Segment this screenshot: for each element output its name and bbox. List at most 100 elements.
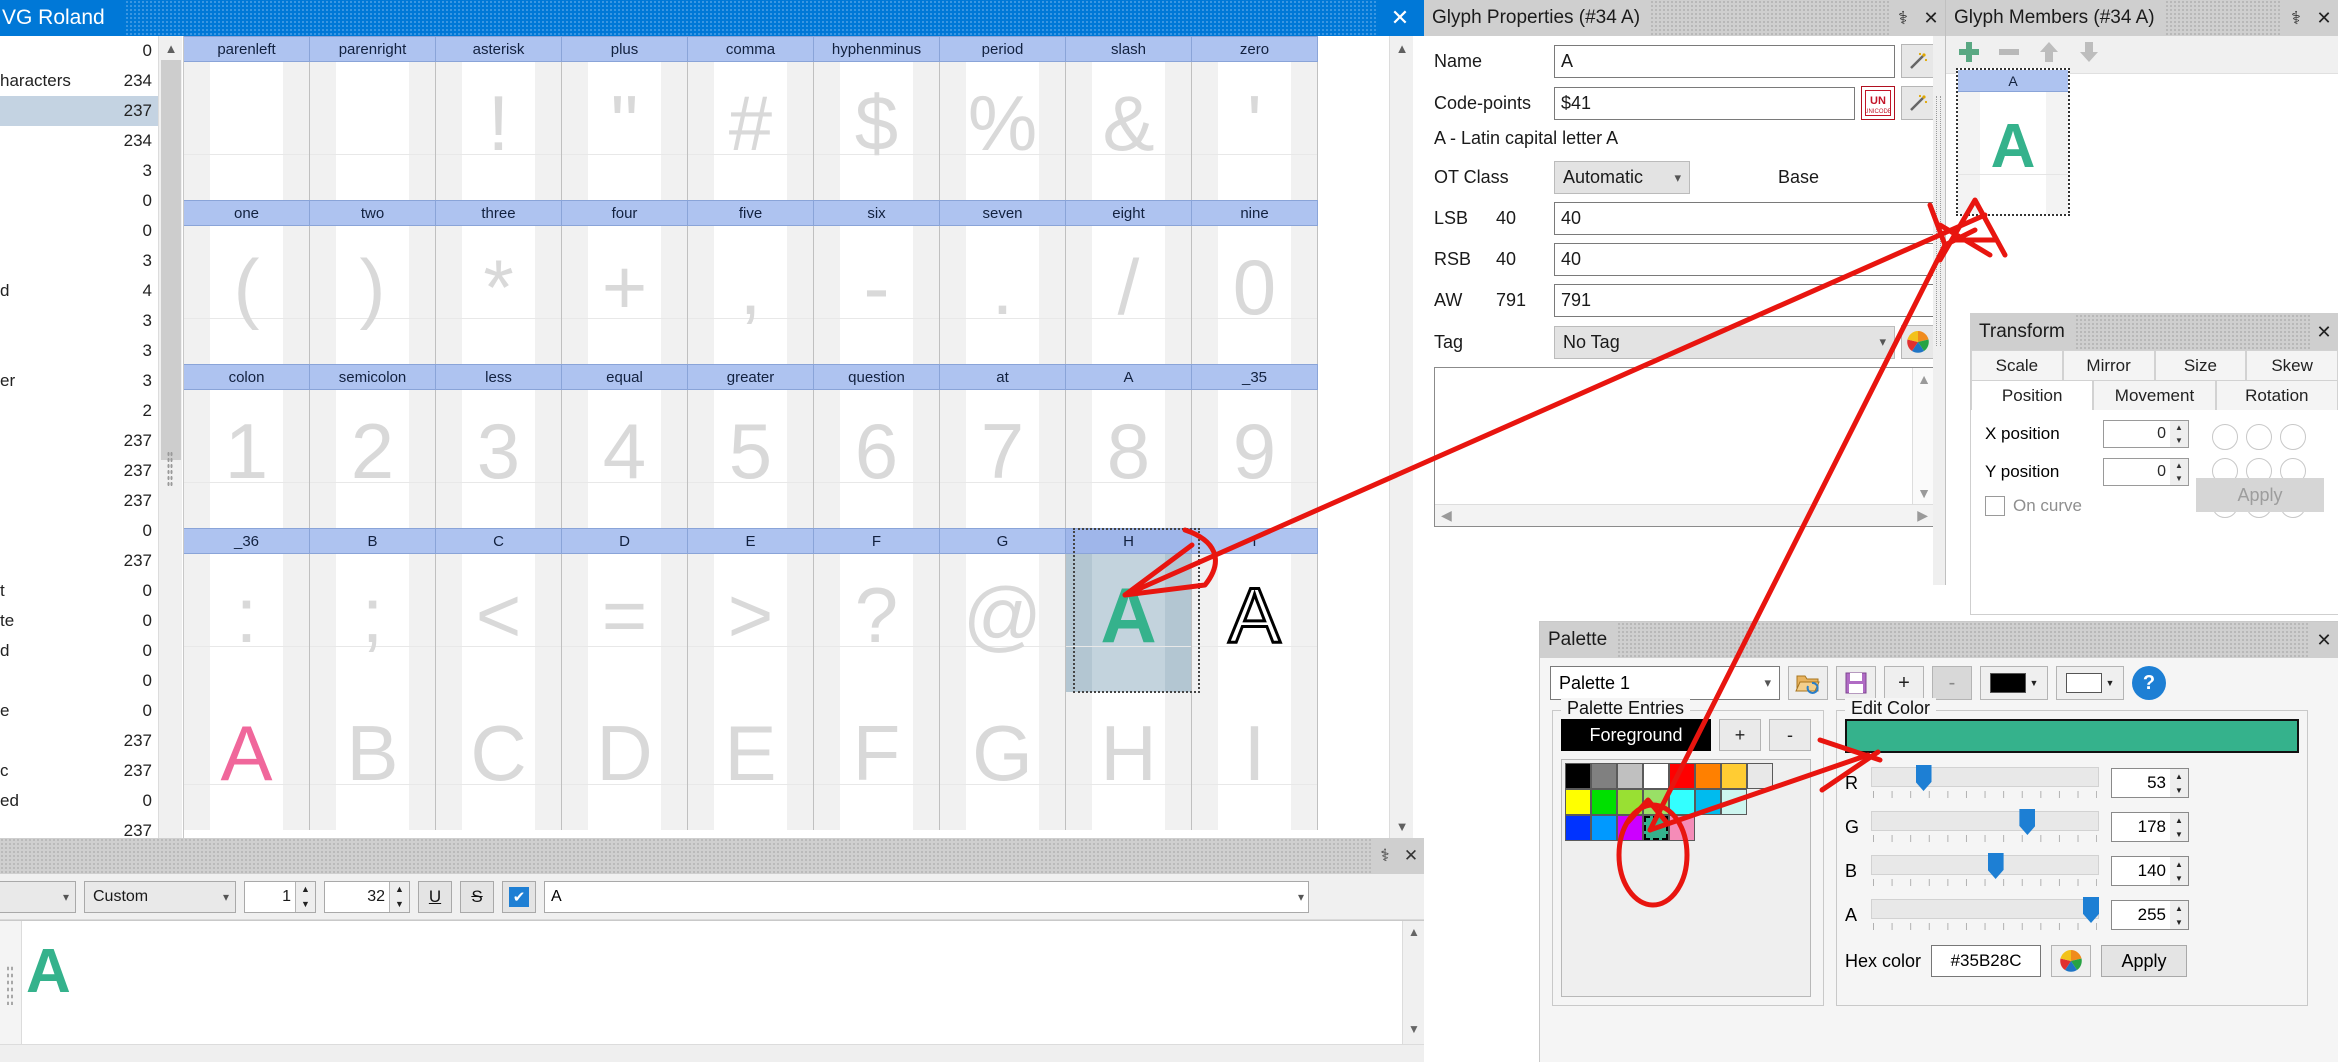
aw-input[interactable]: 791	[1554, 284, 1935, 317]
transform-tab-mirror[interactable]: Mirror	[2062, 350, 2155, 380]
scroll-up-icon[interactable]: ▲	[1913, 368, 1935, 390]
color-channel-stepper[interactable]: 178 ▲ ▼	[2111, 812, 2189, 842]
color-wheel-icon[interactable]	[2051, 945, 2092, 977]
stepper-arrows[interactable]: ▲ ▼	[2170, 459, 2188, 485]
character-grid-header-cell[interactable]: parenleft	[184, 36, 310, 62]
font-info-row[interactable]: 3	[0, 306, 158, 336]
character-grid-cell[interactable]: +	[562, 226, 688, 364]
stepper-arrows[interactable]: ▲ ▼	[2170, 813, 2188, 841]
palette-swatch[interactable]	[1617, 815, 1643, 841]
character-grid-cell[interactable]: "	[562, 62, 688, 200]
preview-size-stepper[interactable]: 32 ▲ ▼	[324, 880, 410, 913]
background-color-combo[interactable]: ▼	[2056, 666, 2124, 700]
preview-toggle-checkbox[interactable]: ✔	[502, 880, 536, 913]
character-grid-header-cell[interactable]: three	[436, 200, 562, 226]
character-grid-header-cell[interactable]: semicolon	[310, 364, 436, 390]
magic-wand-icon[interactable]	[1901, 44, 1935, 78]
character-grid-cell[interactable]	[310, 62, 436, 200]
slider-thumb[interactable]	[2019, 809, 2036, 835]
character-grid-header-cell[interactable]: question	[814, 364, 940, 390]
panel-drag-area[interactable]	[2074, 314, 2310, 350]
close-icon[interactable]: ✕	[2310, 622, 2338, 658]
open-palette-icon[interactable]	[1788, 666, 1828, 700]
font-info-row[interactable]: 237	[0, 546, 158, 576]
character-grid-header-cell[interactable]: E	[688, 528, 814, 554]
character-grid-header-cell[interactable]: asterisk	[436, 36, 562, 62]
palette-swatch[interactable]	[1565, 763, 1591, 789]
rsb-input[interactable]: 40	[1554, 243, 1935, 276]
codepoints-input[interactable]: $41	[1554, 86, 1855, 120]
panel-drag-area[interactable]	[2164, 0, 2282, 36]
character-grid-header-cell[interactable]: G	[940, 528, 1066, 554]
palette-swatch-grid[interactable]	[1565, 763, 1807, 841]
transform-tab-scale[interactable]: Scale	[1971, 350, 2063, 380]
close-icon[interactable]: ✕	[2310, 0, 2338, 36]
stepper-arrows[interactable]: ▲ ▼	[295, 881, 315, 912]
preview-vertical-scrollbar[interactable]: ▲ ▼	[1402, 921, 1424, 1062]
character-grid-scrollbar[interactable]: ▲ ▼	[1389, 36, 1413, 838]
font-info-row[interactable]: 0	[0, 186, 158, 216]
font-info-row[interactable]: d0	[0, 636, 158, 666]
palette-swatch[interactable]	[1591, 815, 1617, 841]
character-grid-cell[interactable]: A	[1066, 554, 1192, 692]
preview-text-input[interactable]: A ▾	[544, 880, 1309, 913]
character-grid-header-cell[interactable]: seven	[940, 200, 1066, 226]
character-grid-header-cell[interactable]: one	[184, 200, 310, 226]
anchor-radio-2[interactable]	[2280, 424, 2306, 450]
character-grid-cell[interactable]: *	[436, 226, 562, 364]
character-grid-header-cell[interactable]: greater	[688, 364, 814, 390]
font-info-row[interactable]: 0	[0, 516, 158, 546]
character-grid-header-cell[interactable]: A	[1066, 364, 1192, 390]
transform-tab-position[interactable]: Position	[1971, 380, 2094, 410]
preview-splitter-grip[interactable]	[6, 965, 13, 1005]
color-wheel-icon[interactable]	[1901, 325, 1935, 359]
character-grid-header-cell[interactable]: _36	[184, 528, 310, 554]
character-grid-cell[interactable]: %	[940, 62, 1066, 200]
character-grid-header-cell[interactable]: I	[1192, 528, 1318, 554]
slider-thumb[interactable]	[1915, 765, 1932, 791]
unicode-icon[interactable]: UN UNICODE	[1861, 86, 1895, 120]
character-grid-cell[interactable]: 3	[436, 390, 562, 528]
lsb-input[interactable]: 40	[1554, 202, 1935, 235]
palette-swatch[interactable]	[1591, 763, 1617, 789]
scroll-right-icon[interactable]: ▶	[1917, 507, 1928, 524]
palette-swatch[interactable]	[1565, 789, 1591, 815]
character-grid-cell[interactable]: ;	[310, 554, 436, 692]
font-info-row[interactable]: 0	[0, 36, 158, 66]
character-grid-header-cell[interactable]: hyphenminus	[814, 36, 940, 62]
scrollbar-thumb[interactable]	[161, 60, 181, 460]
character-grid-cell[interactable]: C	[436, 692, 562, 830]
character-grid-cell[interactable]: '	[1192, 62, 1318, 200]
character-grid-cell[interactable]: #	[688, 62, 814, 200]
character-grid-header-cell[interactable]: five	[688, 200, 814, 226]
character-grid-cell[interactable]: (	[184, 226, 310, 364]
splitter-grip[interactable]	[1936, 96, 1941, 346]
palette-swatch[interactable]	[1721, 789, 1747, 815]
character-grid-cell[interactable]: A	[184, 692, 310, 830]
character-grid-header-cell[interactable]: nine	[1192, 200, 1318, 226]
character-grid-header-cell[interactable]: equal	[562, 364, 688, 390]
palette-swatch[interactable]	[1617, 763, 1643, 789]
color-apply-button[interactable]: Apply	[2101, 945, 2188, 977]
x-position-stepper[interactable]: 0 ▲ ▼	[2103, 420, 2189, 448]
anchor-radio-1[interactable]	[2246, 424, 2272, 450]
character-grid-cell[interactable]: @	[940, 554, 1066, 692]
character-grid-cell[interactable]: G	[940, 692, 1066, 830]
remove-member-icon[interactable]	[1996, 39, 2022, 70]
close-icon[interactable]: ✕	[2310, 314, 2338, 350]
character-grid-header-cell[interactable]: colon	[184, 364, 310, 390]
font-info-row[interactable]: 2	[0, 396, 158, 426]
entry-remove-button[interactable]: -	[1769, 719, 1811, 751]
font-info-row[interactable]: 237	[0, 426, 158, 456]
palette-swatch[interactable]	[1747, 763, 1773, 789]
font-info-row[interactable]: 3	[0, 336, 158, 366]
palette-swatch[interactable]	[1669, 763, 1695, 789]
character-grid-cell[interactable]: 2	[310, 390, 436, 528]
palette-swatch[interactable]	[1721, 763, 1747, 789]
color-channel-slider[interactable]	[1871, 809, 2099, 845]
entry-add-button[interactable]: +	[1719, 719, 1761, 751]
palette-swatch[interactable]	[1669, 789, 1695, 815]
palette-swatch[interactable]	[1695, 763, 1721, 789]
palette-swatch[interactable]	[1643, 763, 1669, 789]
scroll-up-icon[interactable]: ▲	[159, 36, 183, 60]
